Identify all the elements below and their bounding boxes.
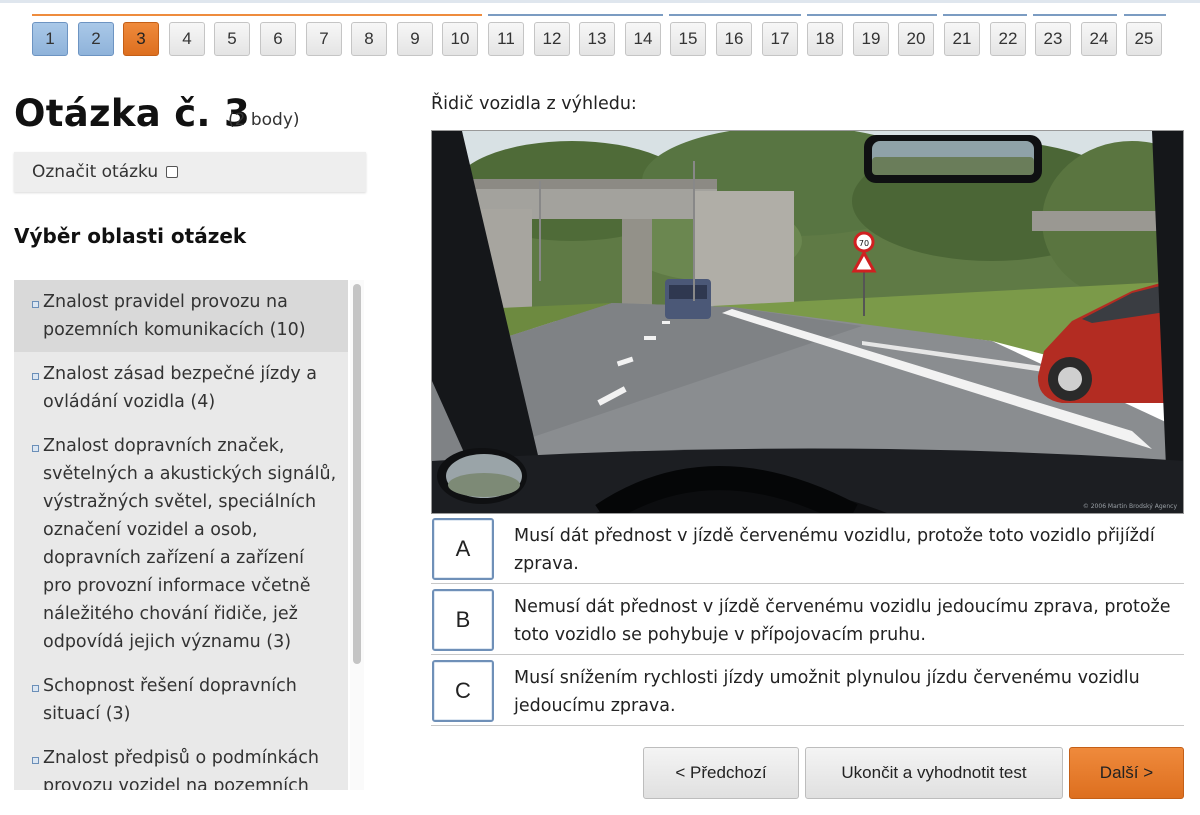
answer-a-text[interactable]: Musí dát přednost v jízdě červenému vozi… (514, 522, 1174, 578)
question-nav-button-11[interactable]: 11 (488, 22, 524, 56)
answer-b[interactable]: B Nemusí dát přednost v jízdě červenému … (431, 587, 1184, 655)
question-nav-button-5[interactable]: 5 (214, 22, 250, 56)
area-item-label: Znalost předpisů o podmínkách provozu vo… (43, 748, 319, 790)
answer-a[interactable]: A Musí dát přednost v jízdě červenému vo… (431, 516, 1184, 584)
question-photo: 70 © 2006 Martin Brodský Agency (431, 130, 1184, 514)
progress-segment (943, 14, 1027, 16)
mark-question[interactable]: Označit otázku (14, 152, 366, 192)
progress-segment (1033, 14, 1117, 16)
progress-segment (669, 14, 801, 16)
answer-b-text[interactable]: Nemusí dát přednost v jízdě červenému vo… (514, 593, 1174, 649)
question-nav-button-6[interactable]: 6 (260, 22, 296, 56)
question-nav-button-23[interactable]: 23 (1035, 22, 1071, 56)
areas-scrollbar-thumb[interactable] (353, 284, 361, 664)
top-bar (0, 0, 1200, 3)
question-text: Řidič vozidla z výhledu: (431, 94, 637, 114)
question-nav-button-3[interactable]: 3 (123, 22, 159, 56)
square-bullet-icon (32, 373, 39, 380)
area-item[interactable]: Znalost pravidel provozu na pozemních ko… (14, 280, 348, 352)
question-points: (2 body) (228, 110, 300, 130)
square-bullet-icon (32, 685, 39, 692)
question-nav-button-2[interactable]: 2 (78, 22, 114, 56)
square-bullet-icon (32, 445, 39, 452)
answer-a-button[interactable]: A (432, 518, 494, 580)
question-nav-button-15[interactable]: 15 (670, 22, 706, 56)
area-item[interactable]: Znalost zásad bezpečné jízdy a ovládání … (14, 352, 348, 424)
question-nav-button-21[interactable]: 21 (944, 22, 980, 56)
areas-title: Výběr oblasti otázek (14, 224, 247, 248)
area-item-label: Schopnost řešení dopravních situací (3) (43, 676, 297, 724)
speed-limit-sign: 70 (859, 239, 869, 248)
progress-segment (807, 14, 937, 16)
square-bullet-icon (32, 757, 39, 764)
question-nav-button-14[interactable]: 14 (625, 22, 661, 56)
question-nav-button-25[interactable]: 25 (1126, 22, 1162, 56)
areas-list: Znalost pravidel provozu na pozemních ko… (14, 280, 348, 790)
question-nav-button-22[interactable]: 22 (990, 22, 1026, 56)
question-nav-button-19[interactable]: 19 (853, 22, 889, 56)
question-nav-button-18[interactable]: 18 (807, 22, 843, 56)
photo-watermark: © 2006 Martin Brodský Agency (1083, 503, 1178, 510)
square-bullet-icon (32, 301, 39, 308)
answer-c-button[interactable]: C (432, 660, 494, 722)
question-nav-button-20[interactable]: 20 (898, 22, 934, 56)
area-item[interactable]: Schopnost řešení dopravních situací (3) (14, 664, 348, 736)
question-nav-button-12[interactable]: 12 (534, 22, 570, 56)
question-nav-button-16[interactable]: 16 (716, 22, 752, 56)
progress-segment (1124, 14, 1166, 16)
answer-b-button[interactable]: B (432, 589, 494, 651)
question-title: Otázka č. 3 (14, 92, 251, 135)
area-item-label: Znalost pravidel provozu na pozemních ko… (43, 292, 306, 340)
previous-button[interactable]: < Předchozí (643, 747, 799, 799)
question-nav-button-17[interactable]: 17 (762, 22, 798, 56)
finish-test-button[interactable]: Ukončit a vyhodnotit test (805, 747, 1063, 799)
answer-c[interactable]: C Musí snížením rychlosti jízdy umožnit … (431, 658, 1184, 726)
area-item-label: Znalost zásad bezpečné jízdy a ovládání … (43, 364, 317, 412)
question-nav-button-24[interactable]: 24 (1081, 22, 1117, 56)
answer-c-text[interactable]: Musí snížením rychlosti jízdy umožnit pl… (514, 664, 1174, 720)
question-nav-button-1[interactable]: 1 (32, 22, 68, 56)
question-nav-button-9[interactable]: 9 (397, 22, 433, 56)
area-item-label: Znalost dopravních značek, světelných a … (43, 436, 337, 652)
question-nav-button-8[interactable]: 8 (351, 22, 387, 56)
area-item[interactable]: Znalost dopravních značek, světelných a … (14, 424, 348, 664)
question-nav-button-13[interactable]: 13 (579, 22, 615, 56)
area-item[interactable]: Znalost předpisů o podmínkách provozu vo… (14, 736, 348, 790)
question-nav-button-4[interactable]: 4 (169, 22, 205, 56)
progress-segment-done (32, 14, 482, 16)
progress-segment (488, 14, 663, 16)
question-nav-button-10[interactable]: 10 (442, 22, 478, 56)
question-nav-button-7[interactable]: 7 (306, 22, 342, 56)
mark-question-label: Označit otázku (32, 162, 159, 182)
next-button[interactable]: Další > (1069, 747, 1184, 799)
mark-question-checkbox[interactable] (166, 166, 179, 178)
